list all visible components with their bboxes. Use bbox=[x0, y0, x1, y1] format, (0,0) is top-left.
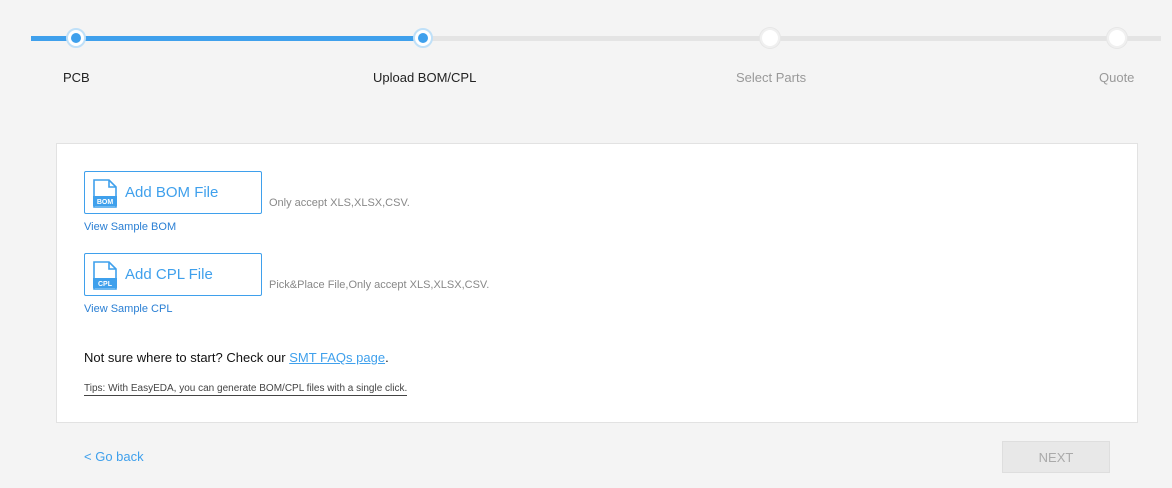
bom-icon-text: BOM bbox=[97, 199, 114, 206]
step-label-pcb: PCB bbox=[63, 70, 90, 85]
step-label-upload-bom-cpl: Upload BOM/CPL bbox=[373, 70, 477, 85]
bom-format-hint: Only accept XLS,XLSX,CSV. bbox=[269, 197, 410, 209]
view-sample-cpl-link[interactable]: View Sample CPL bbox=[84, 303, 172, 315]
cpl-file-icon: CPL bbox=[93, 261, 117, 290]
help-text: Not sure where to start? Check our SMT F… bbox=[84, 350, 389, 365]
help-text-suffix: . bbox=[385, 350, 389, 365]
step-node-select-parts bbox=[760, 28, 780, 48]
go-back-link[interactable]: < Go back bbox=[84, 449, 144, 464]
progress-stepper: PCB Upload BOM/CPL Select Parts Quote bbox=[0, 0, 1172, 100]
smt-faqs-link[interactable]: SMT FAQs page bbox=[289, 350, 385, 365]
stepper-progress-fill bbox=[31, 36, 423, 41]
bom-file-icon: BOM bbox=[93, 179, 117, 208]
add-cpl-file-button[interactable]: CPL Add CPL File bbox=[84, 253, 262, 296]
step-label-select-parts: Select Parts bbox=[736, 70, 807, 85]
cpl-format-hint: Pick&Place File,Only accept XLS,XLSX,CSV… bbox=[269, 279, 490, 291]
upload-card: BOM Add BOM File Only accept XLS,XLSX,CS… bbox=[56, 143, 1138, 423]
view-sample-bom-link[interactable]: View Sample BOM bbox=[84, 221, 176, 233]
step-node-quote bbox=[1107, 28, 1127, 48]
add-bom-file-label: Add BOM File bbox=[125, 184, 219, 201]
add-bom-file-button[interactable]: BOM Add BOM File bbox=[84, 171, 262, 214]
cpl-icon-text: CPL bbox=[98, 281, 113, 288]
tips-text: Tips: With EasyEDA, you can generate BOM… bbox=[84, 383, 408, 396]
step-node-pcb bbox=[66, 28, 86, 48]
step-node-upload-bom-cpl bbox=[413, 28, 433, 48]
next-button[interactable]: NEXT bbox=[1002, 441, 1110, 473]
step-label-quote: Quote bbox=[1099, 70, 1135, 85]
add-cpl-file-label: Add CPL File bbox=[125, 266, 213, 283]
help-text-prefix: Not sure where to start? Check our bbox=[84, 350, 290, 365]
